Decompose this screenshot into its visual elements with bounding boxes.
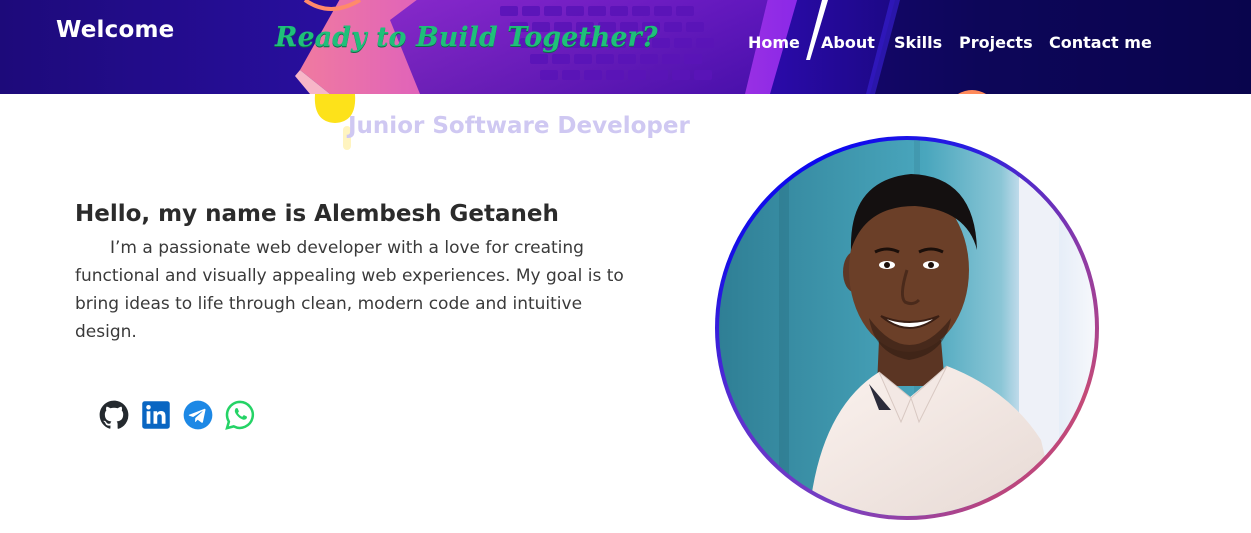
nav-link-skills[interactable]: Skills [894, 33, 942, 52]
role-subtitle: Junior Software Developer [348, 113, 690, 139]
site-brand[interactable]: Welcome [56, 17, 174, 43]
profile-photo [719, 140, 1095, 516]
social-links [99, 400, 255, 430]
header-tagline: Ready to Build Together? [275, 22, 658, 53]
telegram-icon[interactable] [183, 400, 213, 430]
nav-link-about[interactable]: About [821, 33, 875, 52]
nav-link-home[interactable]: Home [748, 33, 800, 52]
profile-photo-frame [715, 136, 1099, 520]
whatsapp-icon[interactable] [225, 400, 255, 430]
site-header: Welcome Ready to Build Together? Home Ab… [0, 0, 1251, 94]
nav-link-projects[interactable]: Projects [959, 33, 1033, 52]
linkedin-icon[interactable] [141, 400, 171, 430]
bio-paragraph: I’m a passionate web developer with a lo… [75, 238, 624, 342]
greeting-heading: Hello, my name is Alembesh Getaneh [75, 201, 559, 227]
intro-section: Hello, my name is Alembesh Getaneh I’m a… [75, 201, 635, 346]
github-icon[interactable] [99, 400, 129, 430]
nav-link-contact[interactable]: Contact me [1049, 33, 1152, 52]
